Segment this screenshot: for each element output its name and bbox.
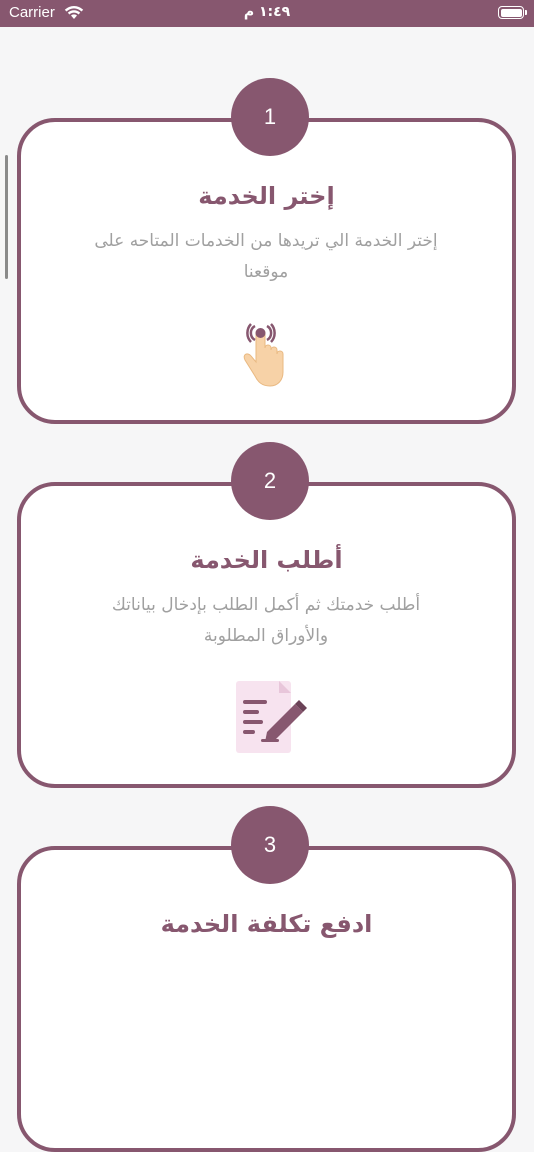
step-2-description: أطلب خدمتك ثم أكمل الطلب بإدخال بياناتك … [111,595,421,646]
step-3-title: ادفع تكلفة الخدمة [160,910,373,938]
clock: ١:٤٩ م [243,4,291,20]
battery-icon [498,6,527,19]
status-bar: Carrier ١:٤٩ م [0,0,534,27]
document-edit-icon [231,676,311,760]
scroll-indicator[interactable] [5,155,8,279]
step-2-card[interactable]: أطلب الخدمة أطلب خدمتك ثم أكمل الطلب بإد… [17,482,516,788]
step-3-badge: 3 [231,806,309,884]
step-1-title: إختر الخدمة [198,182,335,210]
step-2-badge: 2 [231,442,309,520]
step-1-badge: 1 [231,78,309,156]
step-1-card[interactable]: إختر الخدمة إختر الخدمة الي تريدها من ال… [17,118,516,424]
step-3-card[interactable]: ادفع تكلفة الخدمة [17,846,516,1152]
tap-hand-icon [231,312,291,396]
step-1-description: إختر الخدمة الي تريدها من الخدمات المتاح… [94,231,438,282]
step-2-title: أطلب الخدمة [190,546,343,574]
